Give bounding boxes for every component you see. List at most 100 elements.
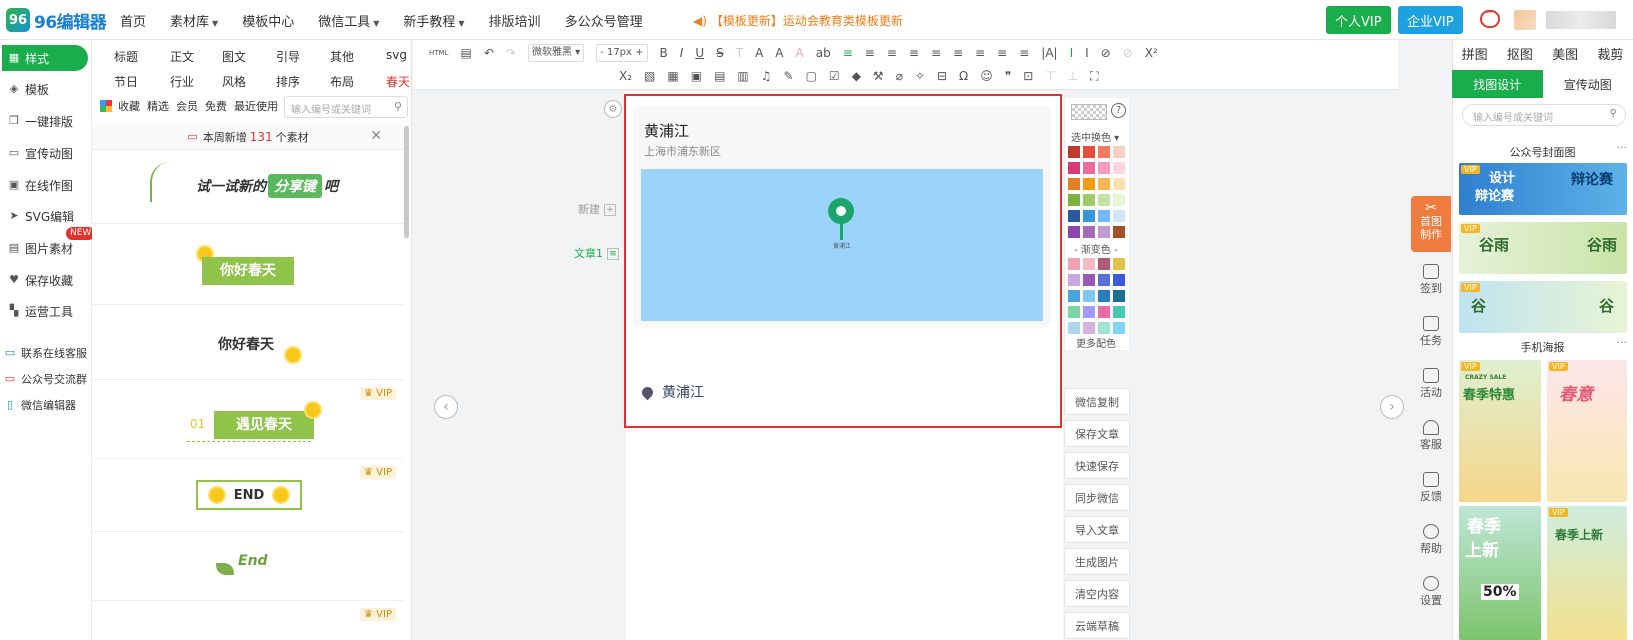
color-swatch[interactable] [1068, 290, 1080, 302]
more-colors-link[interactable]: 更多配色 [1076, 335, 1116, 350]
poster-thumbnail[interactable]: VIP 春意 [1547, 360, 1627, 502]
design-search-input[interactable]: 输入编号或关键词 ⚲ [1462, 104, 1626, 126]
task-tool[interactable]: 任务 [1411, 316, 1451, 347]
link-wechat-group[interactable]: ▭ 公众号交流群 [4, 368, 87, 390]
poster-thumbnail[interactable]: 春季 上新 50% [1459, 506, 1541, 640]
color-swatch[interactable] [1083, 178, 1095, 190]
color-swatch[interactable] [1083, 322, 1095, 334]
highlight-icon[interactable]: ab [816, 46, 831, 60]
logo[interactable]: 96 96编辑器 [6, 8, 107, 33]
color-swatch[interactable] [1083, 162, 1095, 174]
html-icon[interactable]: HTML [429, 46, 448, 60]
color-swatch[interactable] [1098, 290, 1110, 302]
letter-spacing-icon[interactable]: |A| [1041, 46, 1057, 60]
redo-icon[interactable]: ↷ [506, 46, 516, 60]
save-article-button[interactable]: 保存文章 [1064, 420, 1130, 447]
sidebar-item-pictures[interactable]: ▤ 图片素材 [8, 237, 73, 259]
tab-promo-gif[interactable]: 宣传动图 [1543, 70, 1633, 98]
sidebar-item-gif[interactable]: ▭ 宣传动图 [8, 142, 73, 164]
personal-vip-button[interactable]: 个人VIP [1326, 6, 1391, 34]
table-icon[interactable]: ▦ [667, 69, 678, 83]
superscript-icon[interactable]: X² [1145, 46, 1158, 60]
material-item[interactable]: 你好春天 [92, 225, 404, 305]
color-swatch[interactable] [1068, 322, 1080, 334]
strikethrough-icon[interactable]: S [716, 46, 724, 60]
video-icon[interactable]: ▥ [737, 69, 748, 83]
category-industry[interactable]: 行业 [170, 73, 194, 90]
paragraph-spacing-icon[interactable]: ≡ [975, 46, 985, 60]
color-swatch[interactable] [1113, 162, 1125, 174]
color-swatch[interactable] [1083, 226, 1095, 238]
filter-recent[interactable]: 最近使用 [234, 98, 278, 114]
poster-thumbnail[interactable]: VIP 春季上新 [1547, 506, 1627, 640]
align-left-icon[interactable]: ≡ [843, 46, 853, 60]
filter-favorites[interactable]: 收藏 [118, 98, 140, 114]
nav-item-wechat-tools[interactable]: 微信工具 ▼ [318, 11, 379, 30]
color-swatch[interactable] [1113, 210, 1125, 222]
username[interactable] [1546, 11, 1616, 29]
color-swatch[interactable] [1098, 146, 1110, 158]
checkin-tool[interactable]: 签到 [1411, 264, 1451, 295]
nav-item-home[interactable]: 首页 [120, 11, 146, 30]
magic-icon[interactable]: ✧ [915, 69, 925, 83]
font-size-stepper[interactable]: - 17px + [596, 44, 648, 62]
material-item[interactable]: ♛ VIP [92, 602, 404, 640]
link-online-service[interactable]: ▭ 联系在线客服 [4, 342, 87, 364]
eraser-icon[interactable]: ◆ [852, 69, 861, 83]
color-swatch[interactable] [1068, 162, 1080, 174]
multi-image-icon[interactable]: ▤ [714, 69, 725, 83]
color-swatch[interactable] [1113, 306, 1125, 318]
color-swatch[interactable] [1068, 146, 1080, 158]
sidebar-item-ops-tools[interactable]: ▚ 运营工具 [8, 300, 73, 322]
help-icon[interactable]: ? [1111, 103, 1126, 118]
color-swatch[interactable] [1098, 274, 1110, 286]
search-icon[interactable]: ⚲ [1610, 108, 1617, 119]
sidebar-item-svg[interactable]: ➤ SVG编辑 [8, 205, 74, 227]
nav-item-tutorial[interactable]: 新手教程 ▼ [403, 11, 464, 30]
message-icon[interactable] [1480, 8, 1500, 28]
unordered-list-icon[interactable]: ≡ [1019, 46, 1029, 60]
sidebar-item-styles[interactable]: ▦ 样式 [2, 45, 88, 71]
quick-save-button[interactable]: 快速保存 [1064, 452, 1130, 479]
more-icon[interactable]: ··· [1617, 336, 1628, 349]
material-item[interactable]: 你好春天 [92, 306, 404, 380]
italic-icon[interactable]: I [680, 46, 684, 60]
bg-color-icon[interactable]: A [796, 46, 804, 60]
emoji-icon[interactable]: ☺ [980, 69, 993, 83]
category-sort[interactable]: 排序 [276, 73, 300, 90]
link-icon[interactable]: ⊘ [1101, 46, 1111, 60]
color-swatch[interactable] [1083, 210, 1095, 222]
insert-before-icon[interactable]: ⊤ [1045, 69, 1055, 83]
subscript-icon[interactable]: X₂ [619, 69, 632, 83]
omega-icon[interactable]: Ω [959, 69, 968, 83]
format-brush-icon[interactable]: ⚒ [873, 69, 884, 83]
link-wechat-editor[interactable]: ▯ 微信编辑器 [4, 394, 76, 416]
color-swatch[interactable] [1113, 178, 1125, 190]
font-color-icon[interactable]: A [775, 46, 783, 60]
background-icon[interactable]: ▧ [644, 69, 655, 83]
color-swatch[interactable] [1068, 306, 1080, 318]
update-notice[interactable]: ◀) 【模板更新】运动会教育类模板更新 [693, 12, 903, 29]
chevron-left-icon[interactable]: ‹ [434, 395, 458, 419]
scrollbar[interactable] [404, 126, 409, 238]
line-height-icon[interactable]: ≡ [953, 46, 963, 60]
text-border-icon[interactable]: A [755, 46, 763, 60]
color-swatch[interactable] [1098, 210, 1110, 222]
color-swatch[interactable] [1113, 146, 1125, 158]
quote-icon[interactable]: ❞ [1005, 69, 1011, 83]
color-filter-icon[interactable] [100, 100, 112, 112]
underline-icon[interactable]: U [695, 46, 704, 60]
help-tool[interactable]: 帮助 [1411, 524, 1451, 555]
sidebar-item-online-design[interactable]: ▣ 在线作图 [8, 174, 73, 196]
material-item[interactable]: ♛ VIP 01 遇见春天 [92, 381, 404, 459]
avatar[interactable] [1514, 10, 1536, 30]
preview-icon[interactable]: ▤ [460, 46, 471, 60]
category-guide[interactable]: 引导 [276, 48, 300, 65]
color-swatch[interactable] [1098, 306, 1110, 318]
color-swatch[interactable] [1098, 162, 1110, 174]
clear-format-icon[interactable]: T [736, 46, 743, 60]
category-image-text[interactable]: 图文 [222, 48, 246, 65]
tab-crop[interactable]: 裁剪 [1588, 44, 1633, 66]
settings-tool[interactable]: 设置 [1411, 576, 1451, 607]
company-vip-button[interactable]: 企业VIP [1398, 6, 1463, 34]
